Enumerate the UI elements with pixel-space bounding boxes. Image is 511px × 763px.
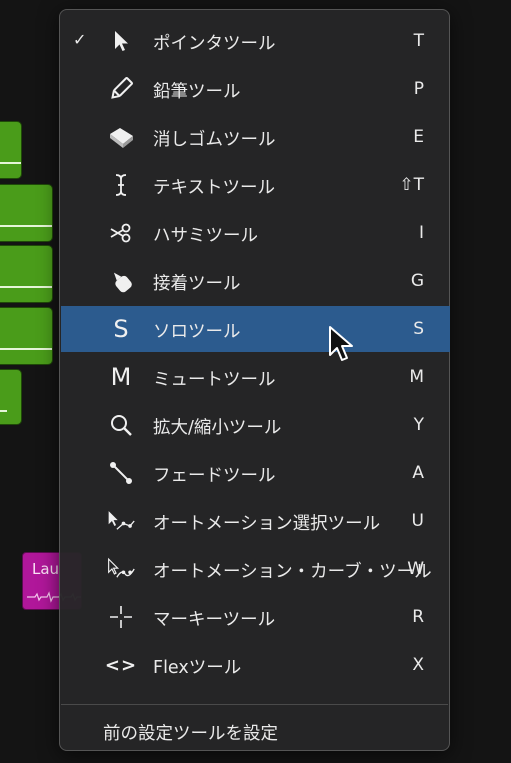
shortcut-key: P [413,79,424,99]
track-region[interactable] [0,369,22,425]
shortcut-key: W [407,559,424,579]
pencil-icon [107,75,135,103]
shortcut-key: A [412,463,424,483]
menu-item-pointer-tool[interactable]: ✓ ポインタツール T [61,18,450,64]
menu-item-label: Flexツール [153,658,242,678]
track-region[interactable] [0,121,22,179]
marquee-icon [107,603,135,631]
menu-item-flex-tool[interactable]: <> Flexツール X [61,642,450,688]
shortcut-key: T [413,31,424,51]
menu-separator [61,704,448,705]
shortcut-key: ⇧T [399,175,424,195]
menu-item-pencil-tool[interactable]: 鉛筆ツール P [61,66,450,112]
set-previous-tool-item[interactable]: 前の設定ツールを設定 [103,720,278,745]
shortcut-key: Y [413,415,424,435]
region-label: Lau [32,560,60,578]
menu-item-label: ポインタツール [153,34,276,54]
mouse-cursor-icon [329,326,353,361]
text-cursor-icon [107,171,135,199]
menu-item-marquee-tool[interactable]: マーキーツール R [61,594,450,640]
menu-item-label: 接着ツール [153,274,241,294]
eraser-icon [107,123,135,151]
track-region[interactable] [0,184,53,242]
tool-menu: ✓ ポインタツール T 鉛筆ツール P 消しゴムツール E テキストツール ⇧T… [59,9,450,751]
automation-curve-icon [107,555,135,583]
mute-icon: M [110,363,132,391]
menu-item-label: 鉛筆ツール [153,82,241,102]
menu-item-mute-tool[interactable]: M ミュートツール M [61,354,450,400]
menu-item-label: オートメーション・カーブ・ツール [153,562,432,582]
menu-item-label: 消しゴムツール [153,130,276,150]
menu-item-eraser-tool[interactable]: 消しゴムツール E [61,114,450,160]
menu-item-fade-tool[interactable]: フェードツール A [61,450,450,496]
menu-item-label: マーキーツール [153,610,276,630]
checkmark-icon: ✓ [73,30,87,49]
menu-item-label: ソロツール [153,322,241,342]
menu-item-automation-select-tool[interactable]: オートメーション選択ツール U [61,498,450,544]
menu-item-zoom-tool[interactable]: 拡大/縮小ツール Y [61,402,450,448]
menu-item-label: ハサミツール [153,226,258,246]
menu-item-label: ミュートツール [153,370,276,390]
menu-item-label: オートメーション選択ツール [153,514,381,534]
shortcut-key: G [410,271,424,291]
automation-select-icon [107,507,135,535]
menu-item-label: フェードツール [153,466,276,486]
menu-item-label: テキストツール [153,178,275,198]
shortcut-key: U [411,511,424,531]
shortcut-key: R [412,607,424,627]
menu-item-glue-tool[interactable]: 接着ツール G [61,258,450,304]
track-region[interactable] [0,245,53,303]
menu-item-solo-tool[interactable]: S ソロツール S [61,306,450,352]
shortcut-key: M [409,367,424,387]
solo-icon: S [113,315,129,343]
fade-icon [107,459,135,487]
pointer-icon [107,27,135,55]
menu-item-text-tool[interactable]: テキストツール ⇧T [61,162,450,208]
shortcut-key: X [412,655,424,675]
scissors-icon [107,219,135,247]
shortcut-key: I [418,223,424,243]
zoom-icon [107,411,135,439]
shortcut-key: S [413,319,424,339]
menu-item-label: 拡大/縮小ツール [153,418,282,438]
shortcut-key: E [413,127,424,147]
glue-icon [107,267,135,295]
track-region[interactable] [0,307,53,365]
menu-item-scissors-tool[interactable]: ハサミツール I [61,210,450,256]
flex-icon: <> [104,654,138,676]
menu-item-automation-curve-tool[interactable]: オートメーション・カーブ・ツール W [61,546,450,592]
